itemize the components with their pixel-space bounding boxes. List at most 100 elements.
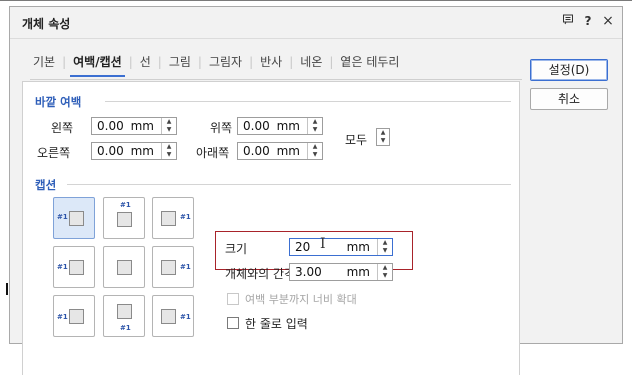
section-divider (67, 184, 511, 185)
tab-separator: | (249, 55, 254, 69)
spin-down-icon[interactable]: ▼ (162, 151, 176, 159)
single-line-label: 한 줄로 입력 (245, 317, 308, 331)
caption-left-button[interactable]: #1 (53, 246, 95, 288)
caption-tag: #1 (57, 313, 68, 321)
bottom-margin-label: 아래쪽 (196, 146, 230, 160)
spin-down-icon[interactable]: ▼ (377, 137, 389, 145)
left-margin-value: 0.00 (97, 119, 124, 133)
caption-tag: #1 (180, 263, 191, 271)
spin-down-icon[interactable]: ▼ (308, 151, 322, 159)
expand-width-label: 여백 부분까지 너비 확대 (245, 293, 357, 306)
caption-tag: #1 (180, 213, 191, 221)
left-margin-label: 왼쪽 (51, 121, 74, 135)
caption-gap-value: 3.00 (295, 265, 322, 279)
caption-title: 캡션 (35, 178, 57, 192)
tab-basic[interactable]: 기본 (30, 53, 58, 70)
caption-none-button[interactable] (103, 246, 145, 288)
cancel-button[interactable]: 취소 (530, 88, 608, 110)
top-margin-value: 0.00 (243, 119, 270, 133)
caption-size-spinner[interactable]: ▲ ▼ (377, 239, 392, 255)
dialog-title: 개체 속성 (22, 17, 71, 31)
tab-separator: | (62, 55, 67, 69)
all-margins-spinner[interactable]: ▲ ▼ (376, 128, 390, 146)
right-margin-value: 0.00 (97, 144, 124, 158)
object-box-icon (117, 304, 132, 319)
unit-label: mm (276, 144, 300, 158)
tab-margin-caption[interactable]: 여백/캡션 (70, 53, 125, 77)
caption-right-button[interactable]: #1 (152, 246, 194, 288)
spin-down-icon[interactable]: ▼ (308, 126, 322, 134)
expand-width-checkbox[interactable] (227, 293, 239, 305)
help-button[interactable]: ? (580, 13, 596, 29)
tab-soft-edge[interactable]: 옅은 테두리 (337, 53, 402, 70)
caption-left-top-button[interactable]: #1 (53, 197, 95, 239)
object-box-icon (161, 309, 176, 324)
spin-down-icon[interactable]: ▼ (162, 126, 176, 134)
spin-up-icon[interactable]: ▲ (308, 118, 322, 126)
spin-up-icon[interactable]: ▲ (377, 129, 389, 137)
window-frame-top (0, 0, 632, 1)
object-box-icon (69, 260, 84, 275)
spin-down-icon[interactable]: ▼ (378, 272, 392, 280)
tab-separator: | (329, 55, 334, 69)
spin-up-icon[interactable]: ▲ (378, 239, 392, 247)
caption-right-bottom-button[interactable]: #1 (152, 295, 194, 337)
bottom-margin-field[interactable]: 0.00 mm ▲ ▼ (237, 142, 323, 160)
spin-up-icon[interactable]: ▲ (378, 264, 392, 272)
ok-button[interactable]: 설정(D) (530, 59, 608, 81)
caption-right-top-button[interactable]: #1 (152, 197, 194, 239)
caption-tag: #1 (57, 213, 68, 221)
top-margin-field[interactable]: 0.00 mm ▲ ▼ (237, 117, 323, 135)
caption-gap-label: 개체와의 간격 (225, 267, 296, 281)
tab-panel: 바깥 여백 왼쪽 0.00 mm ▲ ▼ 오른쪽 0.00 mm ▲ ▼ 위쪽 0.… (22, 81, 520, 375)
tab-reflection[interactable]: 반사 (257, 53, 285, 70)
caption-left-bottom-button[interactable]: #1 (53, 295, 95, 337)
spin-up-icon[interactable]: ▲ (162, 143, 176, 151)
text-caret-mark (6, 283, 8, 295)
spin-up-icon[interactable]: ▲ (308, 143, 322, 151)
tab-picture[interactable]: 그림 (166, 53, 194, 70)
object-box-icon (161, 260, 176, 275)
caption-bottom-button[interactable]: #1 (103, 295, 145, 337)
unit-label: mm (346, 240, 370, 254)
caption-size-label: 크기 (225, 242, 248, 256)
object-box-icon (69, 211, 84, 226)
bottom-margin-spinner[interactable]: ▲ ▼ (307, 143, 322, 159)
unit-label: mm (346, 265, 370, 279)
caption-tag: #1 (180, 313, 191, 321)
top-margin-spinner[interactable]: ▲ ▼ (307, 118, 322, 134)
caption-top-button[interactable]: #1 (103, 197, 145, 239)
title-bar: 개체 속성 ? × (10, 7, 622, 39)
tab-separator: | (128, 55, 133, 69)
caption-gap-field[interactable]: 3.00 mm ▲ ▼ (289, 263, 393, 281)
tab-separator: | (157, 55, 162, 69)
caption-tag: #1 (120, 201, 131, 209)
close-button[interactable]: × (600, 13, 616, 29)
spin-up-icon[interactable]: ▲ (162, 118, 176, 126)
object-properties-dialog: 개체 속성 ? × 기본 | 여백/캡션 | 선 | 그림 | 그림자 | 반사 | 네온 | 옅은 테두리… (9, 6, 623, 375)
right-margin-label: 오른쪽 (37, 146, 71, 160)
caption-tag: #1 (120, 324, 131, 332)
tab-separator: | (289, 55, 294, 69)
caption-size-value: 20 (295, 240, 311, 254)
spin-down-icon[interactable]: ▼ (378, 247, 392, 255)
tab-shadow[interactable]: 그림자 (206, 53, 245, 70)
right-margin-spinner[interactable]: ▲ ▼ (161, 143, 176, 159)
single-line-checkbox[interactable] (227, 317, 239, 329)
object-box-icon (117, 212, 132, 227)
caption-gap-spinner[interactable]: ▲ ▼ (377, 264, 392, 280)
object-box-icon (117, 260, 132, 275)
tab-neon[interactable]: 네온 (297, 53, 325, 70)
caption-tag: #1 (57, 263, 68, 271)
top-margin-label: 위쪽 (210, 121, 233, 135)
right-margin-field[interactable]: 0.00 mm ▲ ▼ (91, 142, 177, 160)
caption-size-field[interactable]: 20 mm ▲ ▼ (289, 238, 393, 256)
restore-icon[interactable] (560, 13, 576, 29)
tab-line[interactable]: 선 (137, 53, 154, 70)
dialog-content: 기본 | 여백/캡션 | 선 | 그림 | 그림자 | 반사 | 네온 | 옅은 테두리 바깥 여백 왼쪽 … (10, 39, 622, 375)
left-margin-spinner[interactable]: ▲ ▼ (161, 118, 176, 134)
left-margin-field[interactable]: 0.00 mm ▲ ▼ (91, 117, 177, 135)
tab-separator: | (197, 55, 202, 69)
outer-margin-title: 바깥 여백 (35, 95, 82, 109)
all-margins-label: 모두 (345, 133, 368, 147)
